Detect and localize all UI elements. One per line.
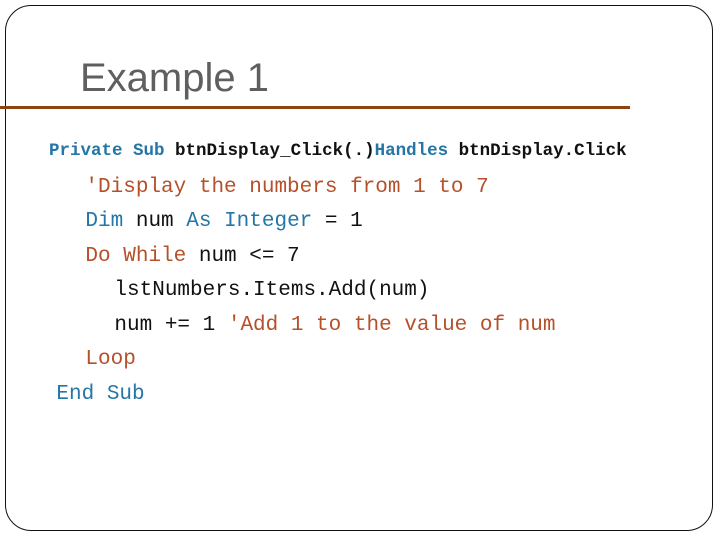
code-token-keyword: End Sub xyxy=(56,383,145,406)
title-divider xyxy=(0,106,630,109)
code-block: Private Sub btnDisplay_Click(.)Handles b… xyxy=(0,0,627,432)
code-token-plain: = 1 xyxy=(324,210,363,233)
code-token-comment: 'Add 1 to the value of num xyxy=(227,314,556,337)
code-line-end-sub: End Sub xyxy=(6,356,145,434)
code-line-increment: num += 1 'Add 1 to the value of num xyxy=(64,287,556,365)
slide-title: Example 1 xyxy=(80,56,269,100)
